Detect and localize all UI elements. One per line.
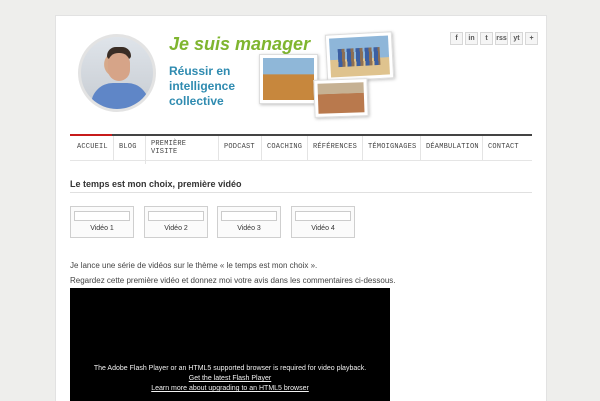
social-links: f in t rss yt + — [450, 32, 538, 45]
plus-icon[interactable]: + — [525, 32, 538, 45]
nav-blog[interactable]: BLOG — [113, 136, 137, 160]
twitter-icon[interactable]: t — [480, 32, 493, 45]
video-thumb-3[interactable]: Vidéo 3 — [217, 206, 281, 238]
nav-deambulation[interactable]: DÉAMBULATION — [420, 136, 479, 160]
title-divider — [70, 192, 532, 193]
nav-contact[interactable]: CONTACT — [482, 136, 519, 160]
desert-photo — [259, 54, 318, 104]
nav-coaching[interactable]: COACHING — [261, 136, 302, 160]
nav-premiere-visite[interactable]: PREMIÈRE VISITE — [145, 136, 201, 164]
brand-title[interactable]: Je suis manager — [169, 34, 310, 55]
group-photo — [324, 31, 395, 82]
video-player[interactable]: The Adobe Flash Player or an HTML5 suppo… — [70, 288, 390, 401]
intro-paragraph: Je lance une série de vidéos sur le thèm… — [70, 261, 318, 270]
nav-accueil[interactable]: ACCUEIL — [77, 136, 108, 160]
profile-avatar — [78, 34, 156, 112]
rss-icon[interactable]: rss — [495, 32, 508, 45]
nav-references[interactable]: RÉFÉRENCES — [307, 136, 357, 160]
linkedin-icon[interactable]: in — [465, 32, 478, 45]
dune-photo — [313, 78, 369, 118]
player-message: The Adobe Flash Player or an HTML5 suppo… — [93, 365, 367, 372]
html5-browser-link[interactable]: Learn more about upgrading to an HTML5 b… — [70, 385, 390, 392]
youtube-icon[interactable]: yt — [510, 32, 523, 45]
nav-podcast[interactable]: PODCAST — [218, 136, 255, 160]
video-thumb-2[interactable]: Vidéo 2 — [144, 206, 208, 238]
main-navigation: ACCUEIL BLOG PREMIÈRE VISITE PODCAST COA… — [70, 134, 532, 164]
video-thumb-4[interactable]: Vidéo 4 — [291, 206, 355, 238]
invite-paragraph: Regardez cette première vidéo et donnez … — [70, 276, 396, 285]
flash-player-link[interactable]: Get the latest Flash Player — [70, 375, 390, 382]
nav-temoignages[interactable]: TÉMOIGNAGES — [362, 136, 416, 160]
page-container: Je suis manager Réussir en intelligence … — [55, 15, 547, 401]
video-thumb-1[interactable]: Vidéo 1 — [70, 206, 134, 238]
facebook-icon[interactable]: f — [450, 32, 463, 45]
article-title: Le temps est mon choix, première vidéo — [70, 179, 242, 189]
